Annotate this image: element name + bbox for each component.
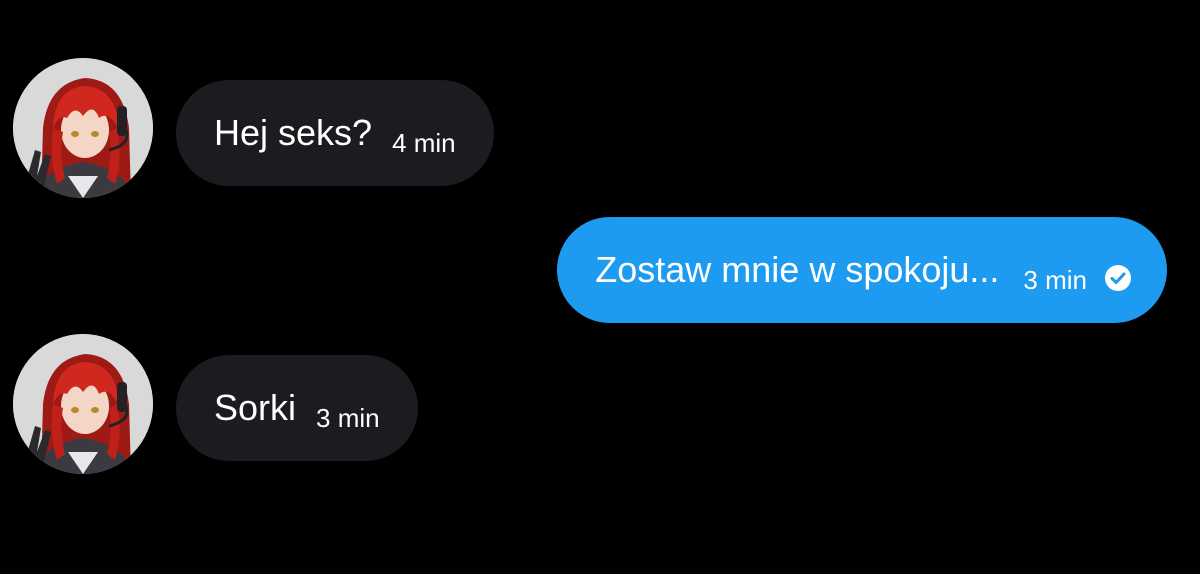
message-bubble[interactable]: Hej seks? 4 min (176, 80, 494, 186)
message-timestamp: 3 min (1023, 265, 1087, 295)
read-receipt-check-icon (1103, 263, 1133, 293)
user-avatar-icon[interactable] (13, 334, 153, 474)
user-avatar-icon[interactable] (13, 58, 153, 198)
message-text: Hej seks? (214, 112, 373, 153)
message-timestamp: 3 min (316, 403, 380, 433)
message-bubble[interactable]: Zostaw mnie w spokoju... 3 min (557, 217, 1167, 323)
message-bubble[interactable]: Sorki 3 min (176, 355, 418, 461)
message-timestamp: 4 min (392, 128, 456, 158)
message-text: Zostaw mnie w spokoju... (595, 249, 1000, 290)
message-text: Sorki (214, 387, 297, 428)
